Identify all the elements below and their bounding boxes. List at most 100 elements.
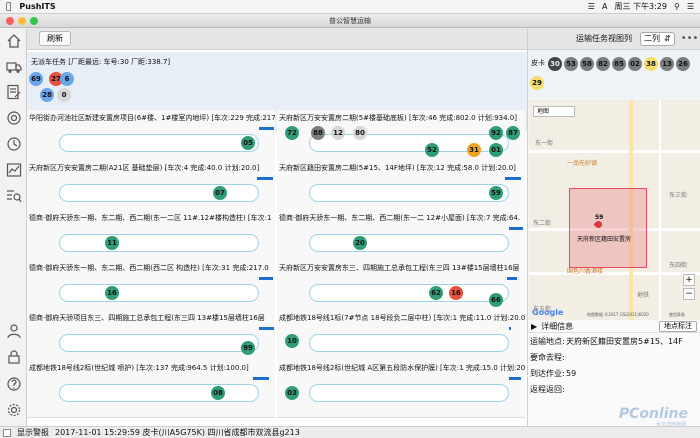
vehicle-ball[interactable]: 38 — [644, 57, 658, 71]
view-columns-select[interactable]: 二列 ⇵ — [640, 31, 675, 46]
task-title: 天府新区万安安置房二期(A21区 基础垫层) [车次:4 完成:40.0 计划:… — [29, 164, 260, 172]
vehicle-ball[interactable]: 85 — [612, 57, 626, 71]
map-copyright: 地图数据 ©2017 GS(2011)6020 — [587, 312, 649, 317]
vehicle-ball[interactable]: 07 — [213, 186, 227, 200]
vehicle-ball[interactable]: 99 — [241, 341, 255, 355]
vehicle-ball[interactable]: 30 — [548, 57, 562, 71]
vehicle-ball[interactable]: 02 — [628, 57, 642, 71]
view-options-bar: 运输任务视图列 二列 ⇵ ••• — [528, 28, 700, 50]
task-card[interactable]: 成都地铁18号线2标(世纪城 喷护) [车次:137 完成:964.5 计划:1… — [27, 360, 275, 418]
clock-text[interactable]: 周三 下午3:29 — [614, 1, 667, 12]
zoom-window-button[interactable] — [30, 17, 38, 25]
map-zoom-out-button[interactable]: − — [683, 288, 695, 300]
vehicle-ball[interactable]: 59 — [489, 186, 503, 200]
vehicle-ball[interactable]: 88 — [311, 126, 325, 140]
vehicle-ball[interactable]: 03 — [285, 386, 299, 400]
task-progress-bar — [259, 327, 274, 330]
vehicle-ball[interactable]: 58 — [580, 57, 594, 71]
detail-row: 要命去程: — [528, 349, 700, 365]
vehicle-ball[interactable]: 53 — [564, 57, 578, 71]
map-zoom-in-button[interactable]: + — [683, 274, 695, 286]
vehicle-ball[interactable]: 72 — [285, 126, 299, 140]
clock-icon[interactable] — [4, 134, 23, 153]
detail-key: 返程返回: — [530, 384, 565, 394]
vehicle-ball[interactable]: 0 — [57, 88, 71, 102]
gear-icon[interactable] — [4, 400, 23, 419]
refresh-button[interactable]: 刷新 — [39, 31, 71, 46]
task-card[interactable]: 成都地铁18号线2标(世纪城 A区第五段防水保护膜) [车次:1 完成:15.0… — [277, 360, 525, 418]
search-list-icon[interactable] — [4, 186, 23, 205]
target-icon[interactable] — [4, 108, 23, 127]
task-progress-bar — [259, 127, 274, 130]
task-title: 德商·御府天骄项目东三、四期施工总承包工程(东三四 13#楼15层墙柱16层 — [29, 314, 265, 322]
vehicle-ball[interactable]: 16 — [449, 286, 463, 300]
map-type-select[interactable]: 地图 — [533, 106, 575, 117]
vehicle-ball[interactable]: 01 — [489, 143, 503, 157]
wifi-icon[interactable]: ☰ — [588, 2, 595, 11]
vehicle-ball[interactable]: 11 — [105, 236, 119, 250]
vehicle-ball[interactable]: 08 — [211, 386, 225, 400]
task-progress-bar — [253, 377, 269, 380]
vehicle-ball[interactable]: 66 — [489, 293, 503, 307]
vehicle-ball[interactable]: 52 — [425, 143, 439, 157]
vehicle-ball[interactable]: 13 — [660, 57, 674, 71]
vehicle-ball[interactable]: 92 — [489, 126, 503, 140]
vehicle-ball[interactable]: 20 — [353, 236, 367, 250]
document-edit-icon[interactable] — [4, 82, 23, 101]
truck-icon[interactable] — [4, 57, 23, 76]
more-options-icon[interactable]: ••• — [681, 33, 699, 44]
vehicle-ball[interactable]: 82 — [596, 57, 610, 71]
close-window-button[interactable] — [6, 17, 14, 25]
site-region[interactable] — [569, 188, 647, 268]
show-alerts-checkbox[interactable] — [3, 428, 11, 437]
detail-key: 运输地点: — [530, 336, 565, 346]
menubar-status: ☰ A 周三 下午3:29 ⚲ ☰ — [588, 1, 694, 12]
vehicle-ball[interactable]: 10 — [285, 334, 299, 348]
vehicle-ball[interactable]: 62 — [429, 286, 443, 300]
map-road-label: 地铁 — [637, 292, 650, 299]
user-icon[interactable] — [4, 321, 23, 340]
app-name[interactable]: PushITS — [19, 2, 55, 11]
task-track — [309, 384, 509, 402]
task-track — [59, 234, 259, 252]
help-icon[interactable] — [4, 374, 23, 393]
vehicle-ball[interactable]: 29 — [530, 76, 544, 90]
mark-location-button[interactable]: 地点标注 — [659, 320, 697, 332]
map-terms-link[interactable]: 使用条款 — [669, 312, 685, 318]
input-method-icon[interactable]: A — [602, 2, 607, 11]
sidebar — [0, 28, 27, 426]
detail-row: 运输地点: 天府新区籍田安置房5#15、14F — [528, 333, 700, 349]
window-controls — [6, 17, 38, 25]
lock-icon[interactable] — [4, 347, 23, 366]
detail-key: 要命去程: — [530, 352, 565, 362]
status-bar: 显示警报 2017-11-01 15:29:59 皮卡(川A5G75K) 四川省… — [0, 426, 700, 438]
window-title: 普公智慧运输 — [329, 16, 371, 25]
vehicle-ball[interactable]: 80 — [353, 126, 367, 140]
detail-value: 天府新区籍田安置房5#15、14F — [566, 336, 683, 346]
collapse-icon[interactable]: ▶ — [531, 322, 537, 331]
home-icon[interactable] — [4, 31, 23, 50]
apple-icon[interactable]:  — [6, 2, 11, 12]
task-progress-bar — [505, 177, 521, 180]
map-road — [529, 150, 700, 153]
window-titlebar: 普公智慧运输 — [0, 14, 700, 28]
vehicle-ball[interactable]: 6 — [60, 72, 74, 86]
vehicle-ball[interactable]: 05 — [241, 136, 255, 150]
vehicle-ball[interactable]: 69 — [29, 72, 43, 86]
vehicle-ball[interactable]: 31 — [467, 143, 481, 157]
map-road-label: 东一街 — [535, 140, 554, 147]
minimize-window-button[interactable] — [18, 17, 26, 25]
vehicle-ball[interactable]: 12 — [331, 126, 345, 140]
chart-icon[interactable] — [4, 160, 23, 179]
task-title: 成都地铁18号线2标(世纪城 A区第五段防水保护膜) [车次:1 完成:15.0… — [279, 364, 525, 372]
task-track — [309, 234, 509, 252]
chevron-updown-icon: ⇵ — [664, 33, 671, 43]
vehicle-ball[interactable]: 26 — [676, 57, 690, 71]
vehicle-ball[interactable]: 87 — [506, 126, 520, 140]
task-progress-bar — [257, 177, 273, 180]
search-icon[interactable]: ⚲ — [674, 2, 680, 11]
vehicle-ball[interactable]: 28 — [40, 88, 54, 102]
list-icon[interactable]: ☰ — [687, 2, 694, 11]
vehicle-ball[interactable]: 16 — [105, 286, 119, 300]
map-view[interactable]: 地图 一品先砂镇 国色川香酒楼 东一街 东二街 东三街 东五街 东四街 地铁 5… — [529, 100, 700, 320]
